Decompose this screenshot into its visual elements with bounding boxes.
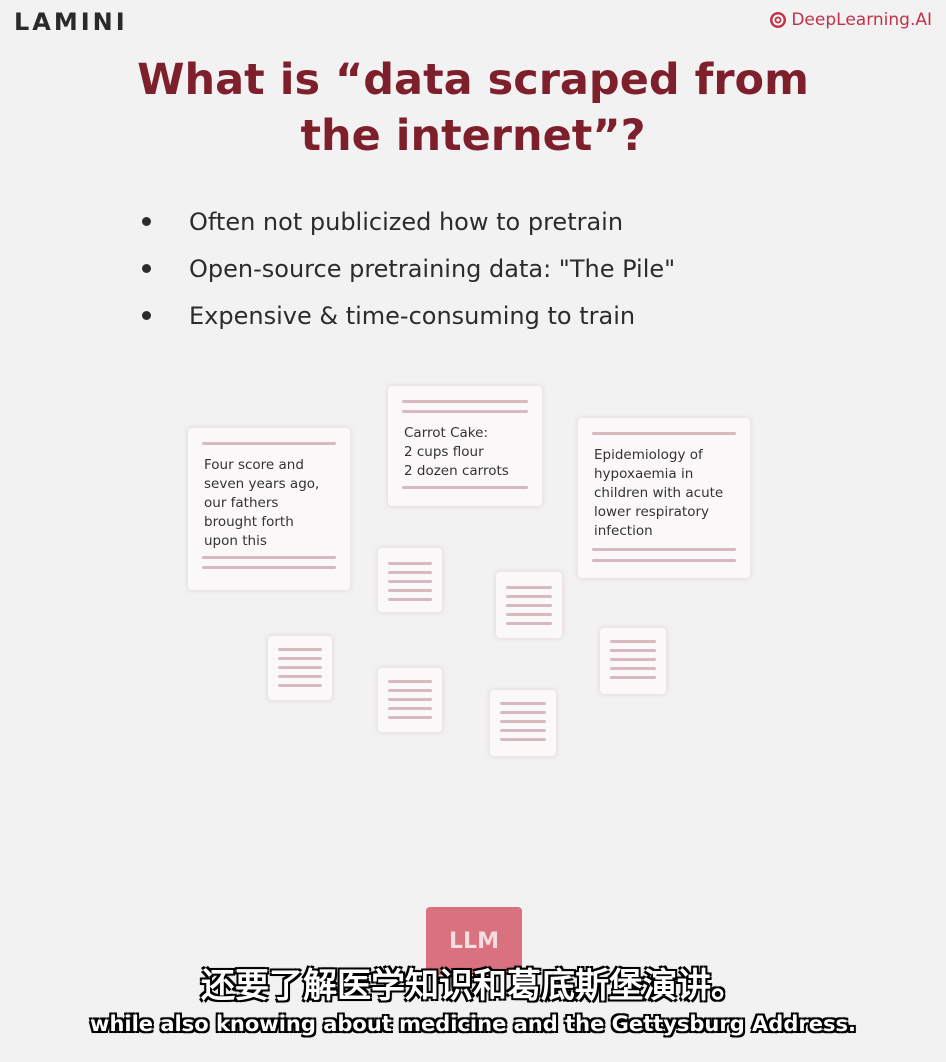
bullet-dot-icon	[142, 217, 151, 226]
bullet-dot-icon	[142, 264, 151, 273]
deeplearning-logo: DeepLearning.AI	[769, 10, 932, 30]
document-icon	[268, 636, 332, 700]
bullet-text: Open-source pretraining data: "The Pile"	[189, 254, 676, 283]
slide-title: What is “data scraped from the internet”…	[137, 55, 809, 161]
medical-document-card: Epidemiology of hypoxaemia in children w…	[578, 418, 750, 578]
medical-document-text: Epidemiology of hypoxaemia in children w…	[594, 447, 724, 539]
bullet-dot-icon	[142, 311, 151, 320]
bullet-list: Often not publicized how to pretrain Ope…	[142, 198, 675, 339]
speech-document-card: Four score and seven years ago, our fath…	[188, 428, 350, 590]
lamini-logo: LAMINI	[14, 8, 128, 36]
bullet-text: Often not publicized how to pretrain	[189, 207, 624, 236]
recipe-document-text: Carrot Cake: 2 cups flour 2 dozen carrot…	[404, 425, 509, 479]
subtitle-chinese: 还要了解医学知识和葛底斯堡演讲。	[201, 966, 745, 1006]
document-icon	[600, 628, 666, 694]
document-icon	[496, 572, 562, 638]
bullet-item: Expensive & time-consuming to train	[142, 292, 675, 339]
bullet-item: Often not publicized how to pretrain	[142, 198, 675, 245]
bullet-text: Expensive & time-consuming to train	[189, 301, 636, 330]
deeplearning-wordmark: DeepLearning.AI	[791, 10, 932, 30]
llm-label: LLM	[449, 929, 499, 954]
document-icon	[490, 690, 556, 756]
recipe-document-card: Carrot Cake: 2 cups flour 2 dozen carrot…	[388, 386, 542, 506]
speech-document-text: Four score and seven years ago, our fath…	[204, 457, 320, 549]
bullet-item: Open-source pretraining data: "The Pile"	[142, 245, 675, 292]
deeplearning-icon	[770, 12, 787, 28]
subtitle-english: while also knowing about medicine and th…	[90, 1012, 856, 1036]
slide: LAMINI DeepLearning.AI What is “data scr…	[0, 0, 946, 1062]
document-icon	[378, 548, 442, 612]
document-icon	[378, 668, 442, 732]
